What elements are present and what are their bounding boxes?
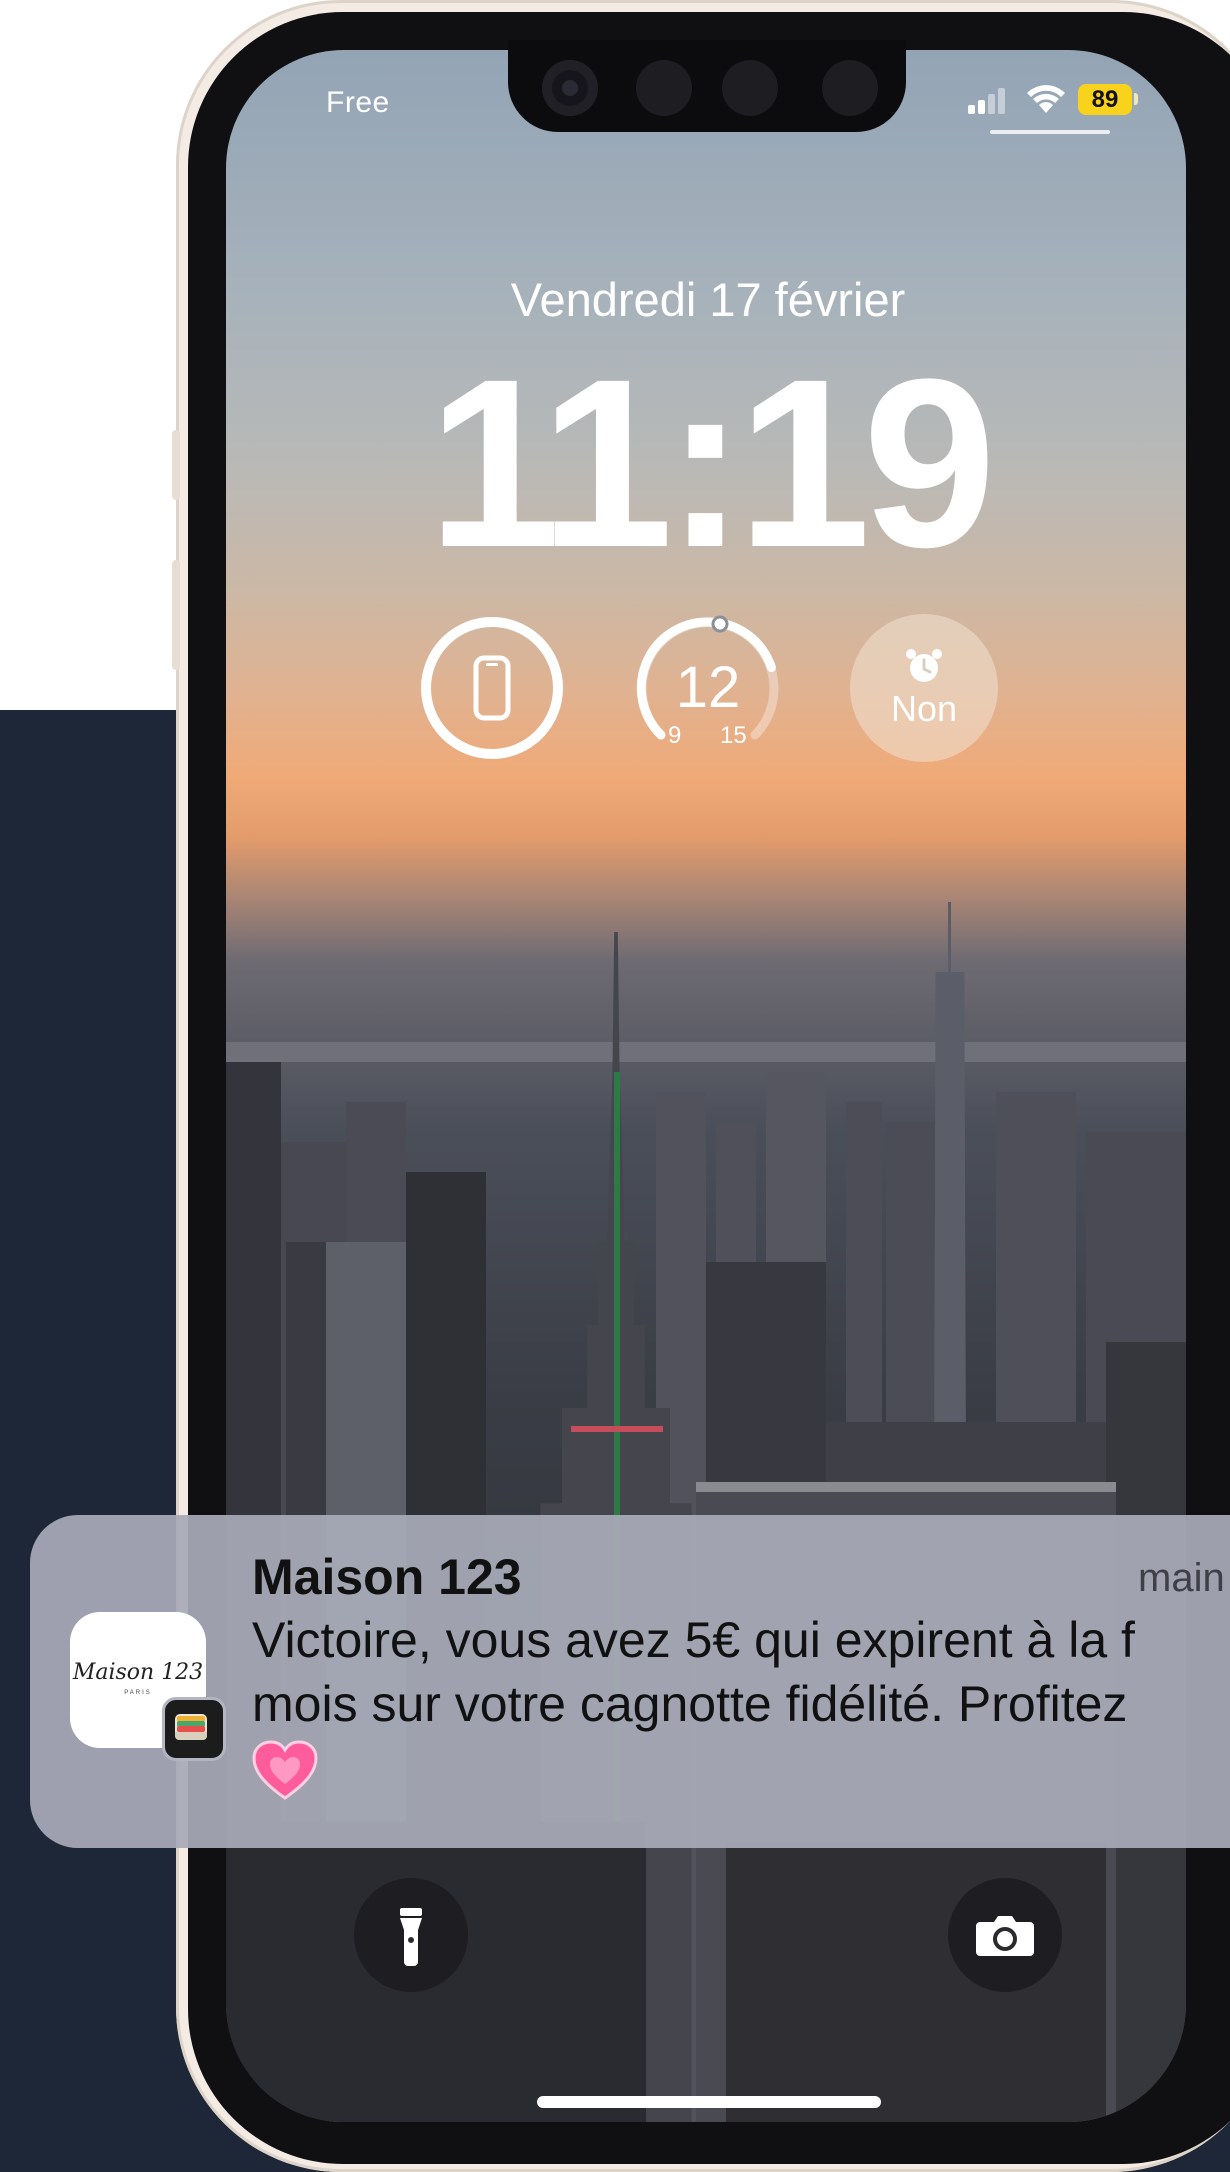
home-indicator[interactable]	[537, 2096, 881, 2108]
phone-icon	[473, 655, 511, 721]
temperature-max: 15	[720, 722, 747, 749]
flashlight-icon	[400, 1908, 422, 1966]
app-icon-logo-subtext: PARIS	[124, 1690, 152, 1696]
sensor	[822, 60, 878, 116]
pink-heart-emoji	[252, 1740, 318, 1807]
lockscreen-time: 11:19	[427, 329, 997, 597]
temperature-widget[interactable]: 12 9 15	[634, 614, 782, 762]
cellular-signal-icon	[968, 88, 1008, 114]
carrier-label: Free	[326, 86, 390, 119]
temperature-min: 9	[668, 722, 682, 749]
wallet-icon	[162, 1697, 226, 1761]
wifi-icon	[1026, 83, 1066, 120]
notification-meta: main	[1138, 1556, 1225, 1600]
alarm-status: Non	[890, 688, 958, 729]
temperature-value: 12	[675, 655, 741, 720]
battery-indicator: 89	[1078, 84, 1132, 115]
camera-icon	[976, 1916, 1034, 1956]
sensor	[722, 60, 778, 116]
side-button	[172, 430, 180, 500]
status-indicator-line	[990, 130, 1110, 134]
battery-widget[interactable]	[418, 614, 566, 762]
notification-app-name: Maison 123	[252, 1549, 522, 1605]
notification-body-line: mois sur votre cagnotte fidélité. Profit…	[252, 1676, 1128, 1732]
app-icon-logo: Maison 123	[72, 1660, 204, 1685]
camera-notch	[508, 40, 906, 132]
alarm-widget[interactable]: Non	[850, 614, 998, 762]
battery-tip	[1134, 93, 1138, 105]
side-button	[172, 560, 180, 670]
sensor	[636, 60, 692, 116]
front-camera	[542, 60, 598, 116]
notification-body-line: Victoire, vous avez 5€ qui expirent à la…	[252, 1612, 1135, 1668]
flashlight-button[interactable]	[354, 1878, 468, 1992]
camera-button[interactable]	[948, 1878, 1062, 1992]
lockscreen-date: Vendredi 17 février	[510, 273, 906, 326]
notification-body: Victoire, vous avez 5€ qui expirent à la…	[252, 1608, 1230, 1736]
